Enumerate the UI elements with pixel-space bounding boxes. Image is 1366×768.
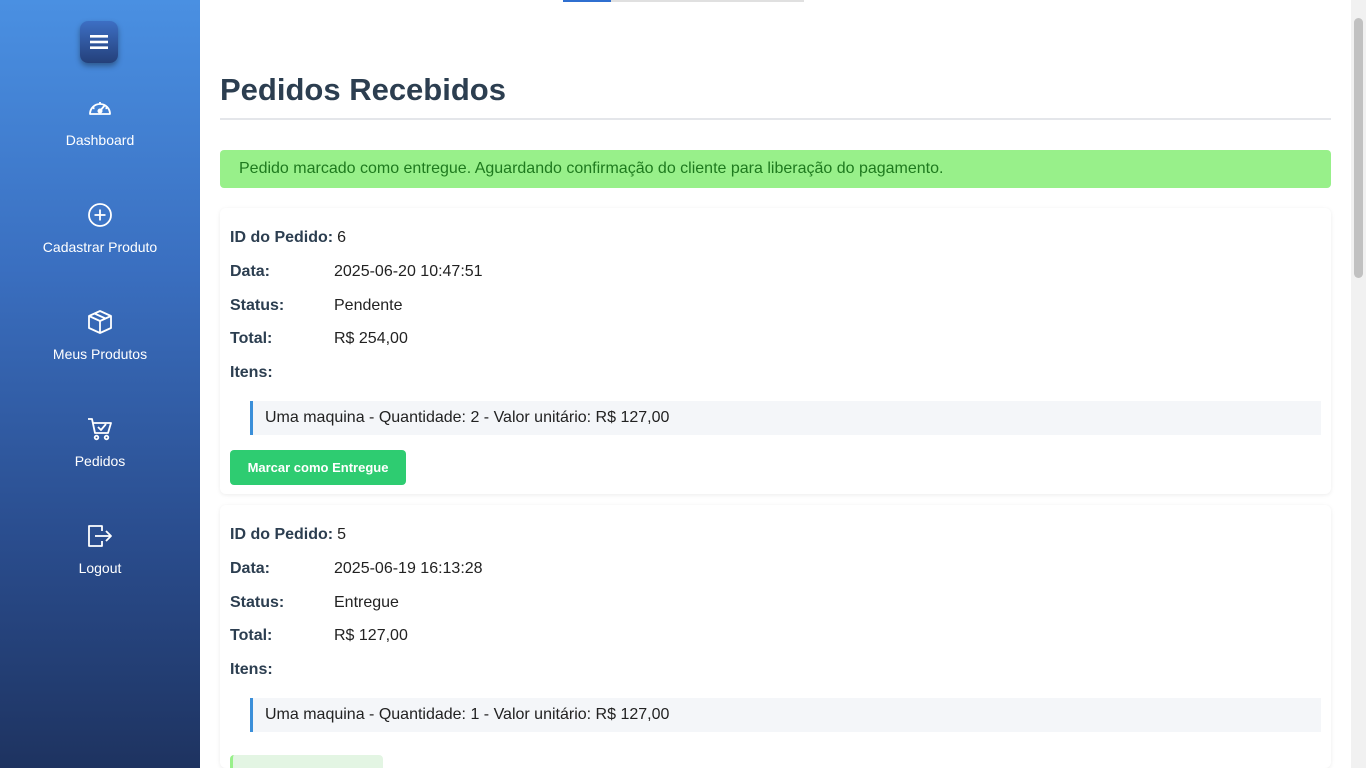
order-card: ID do Pedido: 6 Data: 2025-06-20 10:47:51… <box>220 208 1331 494</box>
order-date-label: Data: <box>230 560 271 577</box>
logout-icon <box>86 522 114 550</box>
order-items-row: Itens: <box>230 661 273 679</box>
sidebar-item-cadastrar-produto[interactable]: Cadastrar Produto <box>0 201 200 255</box>
top-tab-indicator <box>563 0 804 2</box>
sidebar-item-label: Logout <box>78 560 122 576</box>
success-alert: Pedido marcado como entregue. Aguardando… <box>220 150 1331 188</box>
vertical-scrollbar[interactable] <box>1351 0 1366 768</box>
sidebar-item-dashboard[interactable]: Dashboard <box>0 94 200 148</box>
order-id-value: 5 <box>337 526 347 543</box>
order-total-label: Total: <box>230 330 273 347</box>
order-id-value: 6 <box>337 229 347 246</box>
page-title: Pedidos Recebidos <box>220 72 506 107</box>
sidebar: Dashboard Cadastrar Produto Meus Produto… <box>0 0 200 768</box>
order-date-label: Data: <box>230 263 271 280</box>
order-items-row: Itens: <box>230 364 273 382</box>
order-status-value: Pendente <box>334 297 403 314</box>
active-tab-indicator <box>563 0 611 2</box>
order-date-row: Data: 2025-06-20 10:47:51 <box>230 263 483 281</box>
box-icon <box>86 308 114 336</box>
sidebar-item-logout[interactable]: Logout <box>0 522 200 576</box>
mark-delivered-button[interactable]: Marcar como Entregue <box>230 450 406 485</box>
delivered-status-box <box>230 755 383 768</box>
order-status-value: Entregue <box>334 594 399 611</box>
sidebar-item-meus-produtos[interactable]: Meus Produtos <box>0 308 200 362</box>
order-date-value: 2025-06-19 16:13:28 <box>334 560 483 577</box>
order-item: Uma maquina - Quantidade: 2 - Valor unit… <box>250 401 1321 435</box>
order-status-label: Status: <box>230 297 285 314</box>
order-card: ID do Pedido: 5 Data: 2025-06-19 16:13:28… <box>220 505 1331 768</box>
order-total-row: Total: R$ 254,00 <box>230 330 408 348</box>
sidebar-item-label: Pedidos <box>74 453 126 469</box>
order-status-row: Status: Entregue <box>230 594 399 612</box>
order-total-row: Total: R$ 127,00 <box>230 627 408 645</box>
menu-toggle-button[interactable] <box>80 21 118 63</box>
order-total-value: R$ 127,00 <box>334 627 408 644</box>
order-item: Uma maquina - Quantidade: 1 - Valor unit… <box>250 698 1321 732</box>
order-total-value: R$ 254,00 <box>334 330 408 347</box>
order-date-value: 2025-06-20 10:47:51 <box>334 263 483 280</box>
cart-check-icon <box>86 415 114 443</box>
hamburger-menu-icon <box>90 35 108 49</box>
order-status-label: Status: <box>230 594 285 611</box>
order-items-label: Itens: <box>230 364 273 381</box>
order-id-label: ID do Pedido: <box>230 229 334 246</box>
order-status-row: Status: Pendente <box>230 297 403 315</box>
order-total-label: Total: <box>230 627 273 644</box>
sidebar-item-label: Cadastrar Produto <box>42 239 158 255</box>
order-date-row: Data: 2025-06-19 16:13:28 <box>230 560 483 578</box>
order-items-label: Itens: <box>230 661 273 678</box>
order-id-row: ID do Pedido: 5 <box>230 526 346 544</box>
order-id-row: ID do Pedido: 6 <box>230 229 346 247</box>
plus-circle-icon <box>86 201 114 229</box>
speedometer-icon <box>86 94 114 122</box>
order-id-label: ID do Pedido: <box>230 526 334 543</box>
sidebar-item-label: Dashboard <box>65 132 135 148</box>
scrollbar-thumb[interactable] <box>1354 18 1363 278</box>
sidebar-item-pedidos[interactable]: Pedidos <box>0 415 200 469</box>
title-divider <box>220 118 1331 120</box>
sidebar-item-label: Meus Produtos <box>52 346 148 362</box>
